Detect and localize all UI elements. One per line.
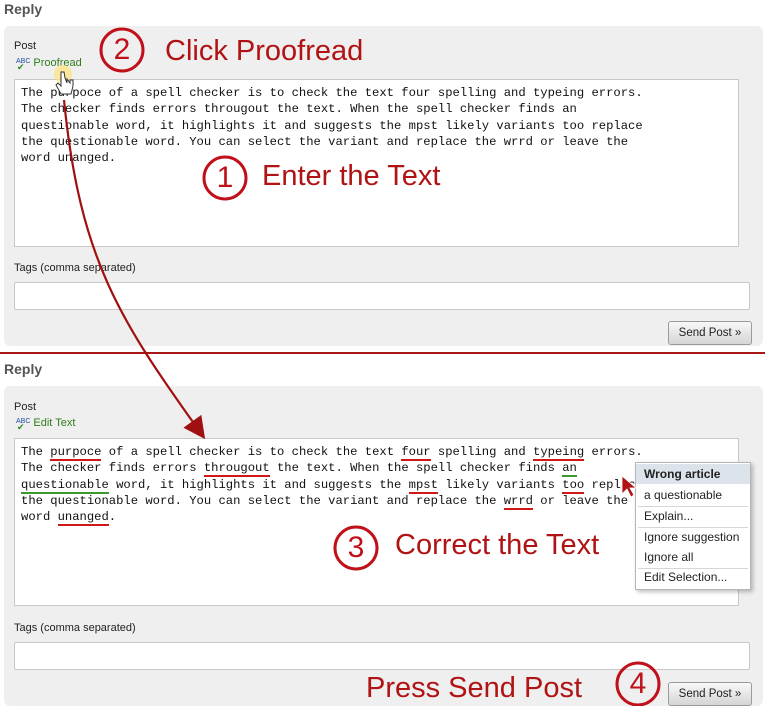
step-2-label: Click Proofread bbox=[165, 35, 364, 67]
step-1-label: Enter the Text bbox=[262, 160, 441, 192]
annotation-arrow bbox=[62, 99, 206, 440]
step-2-number: 2 bbox=[113, 33, 131, 66]
step-3-number: 3 bbox=[347, 531, 365, 564]
hand-cursor-icon bbox=[54, 65, 74, 95]
step-3-label: Correct the Text bbox=[395, 529, 600, 561]
step-1-number: 1 bbox=[216, 161, 234, 194]
step-4-number: 4 bbox=[629, 667, 647, 700]
arrow-cursor-icon bbox=[621, 475, 638, 498]
annotation-overlay bbox=[54, 27, 661, 706]
step-4-label: Press Send Post bbox=[366, 672, 582, 704]
